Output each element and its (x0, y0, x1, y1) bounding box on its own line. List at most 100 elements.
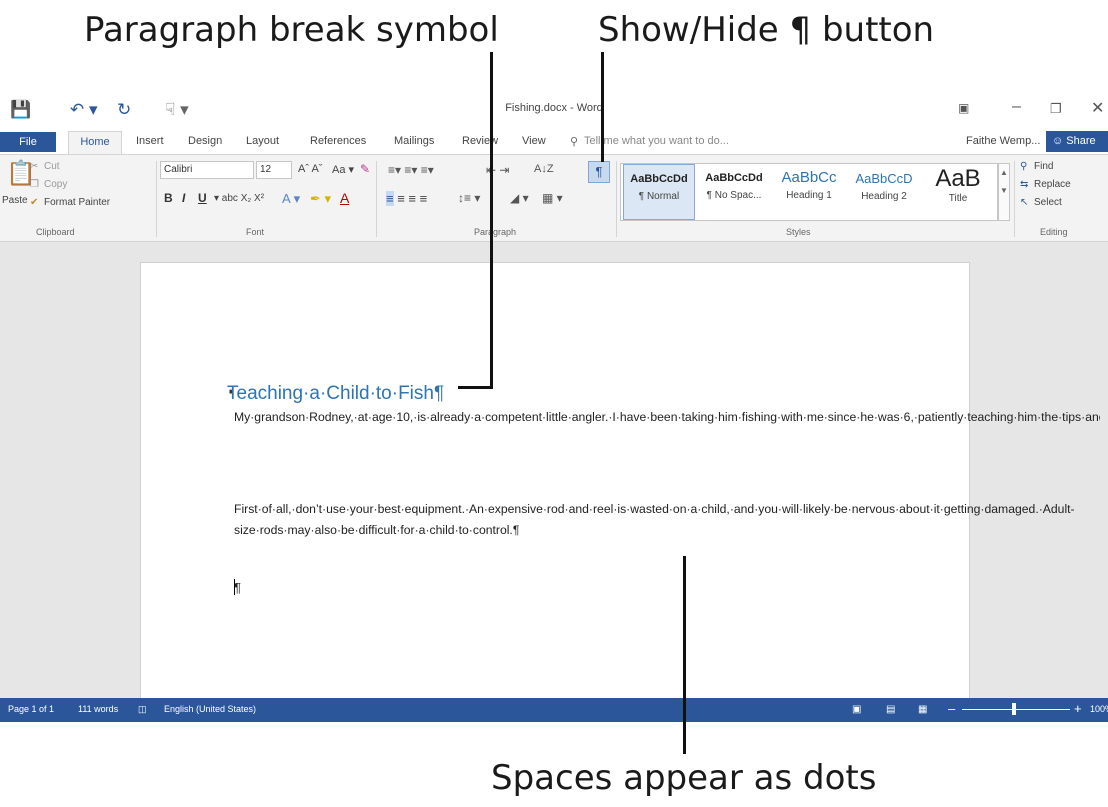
sort-icon[interactable]: A↓Z (534, 163, 554, 175)
ribbon-tabs: File Home Insert Design Layout Reference… (0, 128, 1108, 154)
clipboard-group-label: Clipboard (36, 227, 75, 237)
style-heading-2[interactable]: AaBbCcD Heading 2 (847, 164, 921, 220)
zoom-slider-thumb[interactable] (1012, 703, 1016, 715)
callout-show-hide: Show/Hide ¶ button (598, 10, 935, 50)
word-window: 💾 ↶ ▾ ↻ ☟ ▾ Fishing.docx - Word ▣ – ❐ ✕ … (0, 92, 1108, 722)
zoom-slider-track[interactable] (962, 709, 1070, 710)
style-no-spacing[interactable]: AaBbCcDd ¶ No Spac... (697, 164, 771, 220)
window-title: Fishing.docx - Word (505, 102, 603, 114)
strike-subscript-superscript-icons[interactable]: ▾ abc X₂ X² (214, 193, 264, 204)
style-name: ¶ Normal (638, 191, 680, 202)
style-heading-1[interactable]: AaBbCc Heading 1 (771, 164, 847, 220)
callout-line-paragraph-horizontal (458, 386, 493, 389)
underline-button[interactable]: U (198, 191, 207, 205)
select-icon[interactable]: ↖ (1020, 197, 1028, 208)
style-name: Heading 2 (861, 191, 907, 202)
line-spacing-icon[interactable]: ↕≡ ▾ (458, 191, 480, 205)
document-heading[interactable]: Teaching·a·Child·to·Fish¶ (227, 383, 444, 405)
group-separator (1014, 161, 1015, 237)
paragraph-group-label: Paragraph (474, 227, 517, 237)
paste-button[interactable]: Paste (2, 195, 28, 206)
tell-me-box[interactable]: Tell me what you want to do... (584, 135, 729, 147)
grow-shrink-font-icon[interactable]: Aˆ Aˇ (298, 163, 322, 175)
restore-icon[interactable]: ❐ (1050, 101, 1062, 117)
paragraph-2[interactable]: First·of·all,·don’t·use·your·best·equipm… (234, 499, 1075, 541)
title-bar: 💾 ↶ ▾ ↻ ☟ ▾ Fishing.docx - Word ▣ – ❐ ✕ (0, 92, 1108, 128)
tab-view[interactable]: View (522, 135, 546, 147)
editing-group-label: Editing (1040, 227, 1068, 237)
paragraph-1[interactable]: My·grandson·Rodney,·at·age·10,·is·alread… (234, 407, 1108, 428)
format-painter-icon[interactable]: ✔ (30, 197, 38, 208)
minimize-icon[interactable]: – (1012, 98, 1021, 116)
zoom-out-icon[interactable]: – (948, 701, 955, 716)
replace-button[interactable]: Replace (1034, 179, 1071, 190)
tab-insert[interactable]: Insert (136, 135, 164, 147)
group-separator (376, 161, 377, 237)
format-painter-button[interactable]: Format Painter (44, 197, 110, 208)
ribbon-display-icon[interactable]: ▣ (958, 101, 969, 115)
show-hide-button[interactable]: ¶ (588, 161, 610, 183)
tab-home[interactable]: Home (68, 131, 122, 154)
word-count[interactable]: 111 words (78, 704, 118, 714)
text-effects-icon[interactable]: A ▾ (282, 191, 300, 207)
styles-group-label: Styles (786, 227, 811, 237)
font-group-label: Font (246, 227, 265, 237)
zoom-in-icon[interactable]: + (1074, 701, 1082, 716)
list-buttons-icons[interactable]: ≡▾ ≡▾ ≡▾ (388, 163, 434, 177)
share-label: Share (1066, 135, 1096, 147)
style-name: ¶ No Spac... (706, 190, 762, 201)
borders-icon[interactable]: ▦ ▾ (542, 191, 563, 205)
replace-icon[interactable]: ⇆ (1020, 179, 1028, 190)
user-name[interactable]: Faithe Wemp... (966, 135, 1040, 147)
change-case-icon[interactable]: Aa ▾ (332, 163, 354, 176)
copy-icon[interactable]: ❐ (30, 179, 39, 190)
vertical-scrollbar[interactable] (1100, 242, 1108, 698)
tab-references[interactable]: References (310, 135, 366, 147)
italic-button[interactable]: I (182, 191, 185, 205)
lightbulb-icon: ⚲ (570, 136, 579, 148)
cut-button[interactable]: Cut (44, 161, 60, 172)
style-title[interactable]: AaB Title (923, 164, 993, 220)
bold-button[interactable]: B (164, 191, 173, 205)
style-sample: AaB (935, 165, 981, 192)
clear-formatting-icon[interactable]: ✎ (360, 162, 370, 176)
select-button[interactable]: Select (1034, 197, 1062, 208)
empty-paragraph-mark[interactable]: ¶ (234, 580, 241, 595)
shading-icon[interactable]: ◢ ▾ (510, 191, 529, 205)
font-name-field[interactable]: Calibri (160, 161, 254, 179)
find-button[interactable]: Find (1034, 161, 1053, 172)
ribbon: 📋 Paste ✂ Cut ❐ Copy ✔ Format Painter Cl… (0, 154, 1108, 242)
group-separator (156, 161, 157, 237)
style-sample: AaBbCcDd (630, 173, 688, 185)
font-color-icon[interactable]: A (340, 190, 349, 206)
zoom-level[interactable]: 100% (1090, 704, 1108, 714)
copy-button[interactable]: Copy (44, 179, 67, 190)
find-icon[interactable]: ⚲ (1020, 161, 1027, 172)
gallery-scroll[interactable]: ▲ ▼ (998, 163, 1010, 221)
print-layout-icon[interactable]: ▤ (886, 704, 895, 715)
tab-file[interactable]: File (0, 132, 56, 152)
align-icons[interactable]: ≡ ≡ ≡ ≡ (386, 191, 427, 206)
cut-icon[interactable]: ✂ (30, 161, 38, 172)
read-mode-icon[interactable]: ▣ (852, 704, 861, 715)
callout-paragraph-break: Paragraph break symbol (84, 10, 499, 50)
style-sample: AaBbCcDd (705, 172, 763, 184)
figure: Paragraph break symbol Show/Hide ¶ butto… (0, 0, 1108, 807)
page-count[interactable]: Page 1 of 1 (8, 704, 54, 714)
document-area: ■ Teaching·a·Child·to·Fish¶ My·grandson·… (0, 242, 1108, 702)
style-sample: AaBbCc (781, 169, 837, 186)
highlight-icon[interactable]: ✒ ▾ (310, 191, 331, 207)
status-bar: Page 1 of 1 111 words ◫ English (United … (0, 698, 1108, 722)
language-indicator[interactable]: English (United States) (164, 704, 256, 714)
style-name: Title (948, 193, 968, 204)
tab-mailings[interactable]: Mailings (394, 135, 434, 147)
style-normal[interactable]: AaBbCcDd ¶ Normal (623, 164, 695, 220)
close-icon[interactable]: ✕ (1091, 98, 1104, 118)
share-button[interactable]: ☺ Share (1046, 131, 1108, 152)
font-size-field[interactable]: 12 (256, 161, 292, 179)
tab-layout[interactable]: Layout (246, 135, 279, 147)
document-page[interactable]: ■ Teaching·a·Child·to·Fish¶ My·grandson·… (140, 262, 1108, 702)
web-layout-icon[interactable]: ▦ (918, 704, 927, 715)
tab-design[interactable]: Design (188, 135, 222, 147)
proofing-icon[interactable]: ◫ (138, 704, 147, 715)
